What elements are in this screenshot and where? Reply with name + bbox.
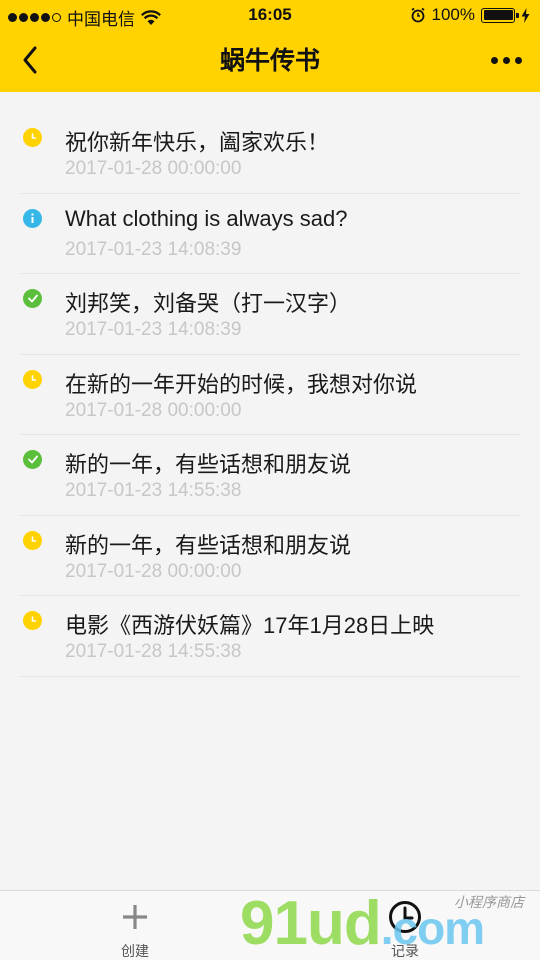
alarm-icon <box>410 7 425 23</box>
list-item-title: What clothing is always sad? <box>65 205 348 231</box>
list-item[interactable]: 电影《西游伏妖篇》17年1月28日上映 2017-01-28 14:55:38 <box>20 596 520 677</box>
check-status-icon <box>23 289 42 308</box>
list-item[interactable]: 在新的一年开始的时候，我想对你说 2017-01-28 00:00:00 <box>20 355 520 435</box>
tab-record[interactable]: 记录 <box>345 891 465 960</box>
back-button[interactable] <box>10 40 50 80</box>
clock-status-icon <box>23 611 42 630</box>
more-dot-icon <box>502 56 510 64</box>
page-title: 蜗牛传书 <box>219 47 320 75</box>
tab-record-label: 记录 <box>391 943 419 959</box>
info-status-icon <box>23 208 42 228</box>
list-item[interactable]: 新的一年，有些话想和朋友说 2017-01-23 14:55:38 <box>20 435 520 516</box>
list-item-time: 2017-01-23 14:08:39 <box>65 319 242 340</box>
list-item-time: 2017-01-28 00:00:00 <box>65 158 242 179</box>
list-item-title: 新的一年，有些话想和朋友说 <box>65 452 352 477</box>
list-item[interactable]: What clothing is always sad? 2017-01-23 1… <box>20 194 520 274</box>
list-item-title: 祝你新年快乐，阖家欢乐！ <box>65 130 330 155</box>
battery-percent: 100% <box>431 5 475 24</box>
list-item[interactable]: 新的一年，有些话想和朋友说 2017-01-28 00:00:00 <box>20 516 520 596</box>
list-item[interactable]: 刘邦笑，刘备哭（打一汉字） 2017-01-23 14:08:39 <box>20 274 520 355</box>
chevron-left-icon <box>23 46 37 74</box>
status-bar: 中国电信 16:05 100% <box>0 0 540 30</box>
tab-bar: 创建 记录 <box>0 890 540 960</box>
status-right: 100% <box>410 5 530 25</box>
clock-status-icon <box>23 128 42 147</box>
list-item-time: 2017-01-28 00:00:00 <box>65 399 242 421</box>
list-item-title: 电影《西游伏妖篇》17年1月28日上映 <box>65 613 435 638</box>
list-item-title: 新的一年，有些话想和朋友说 <box>65 532 352 558</box>
list-item-title: 刘邦笑，刘备哭（打一汉字） <box>65 291 352 316</box>
battery-icon <box>481 7 519 23</box>
more-dot-icon <box>514 56 522 64</box>
list-item-time: 2017-01-23 14:08:39 <box>65 238 242 260</box>
list-item[interactable]: 祝你新年快乐，阖家欢乐！ 2017-01-28 00:00:00 <box>20 113 520 194</box>
charging-icon <box>521 7 530 23</box>
more-dot-icon <box>490 56 498 64</box>
list-item-time: 2017-01-28 14:55:38 <box>65 641 242 662</box>
clock-status-icon <box>23 369 42 389</box>
clock-icon <box>345 901 465 933</box>
list-item-time: 2017-01-23 14:55:38 <box>65 480 242 501</box>
tab-create-label: 创建 <box>121 943 149 959</box>
list-item-title: 在新的一年开始的时候，我想对你说 <box>65 371 418 397</box>
check-status-icon <box>23 450 42 469</box>
more-button[interactable] <box>486 40 526 80</box>
list-item-time: 2017-01-28 00:00:00 <box>65 560 242 582</box>
clock-status-icon <box>23 530 42 550</box>
navigation-bar: 蜗牛传书 <box>0 30 540 92</box>
message-list: 祝你新年快乐，阖家欢乐！ 2017-01-28 00:00:00 What clot… <box>20 113 520 677</box>
plus-icon <box>75 901 195 933</box>
tab-create[interactable]: 创建 <box>75 891 195 960</box>
